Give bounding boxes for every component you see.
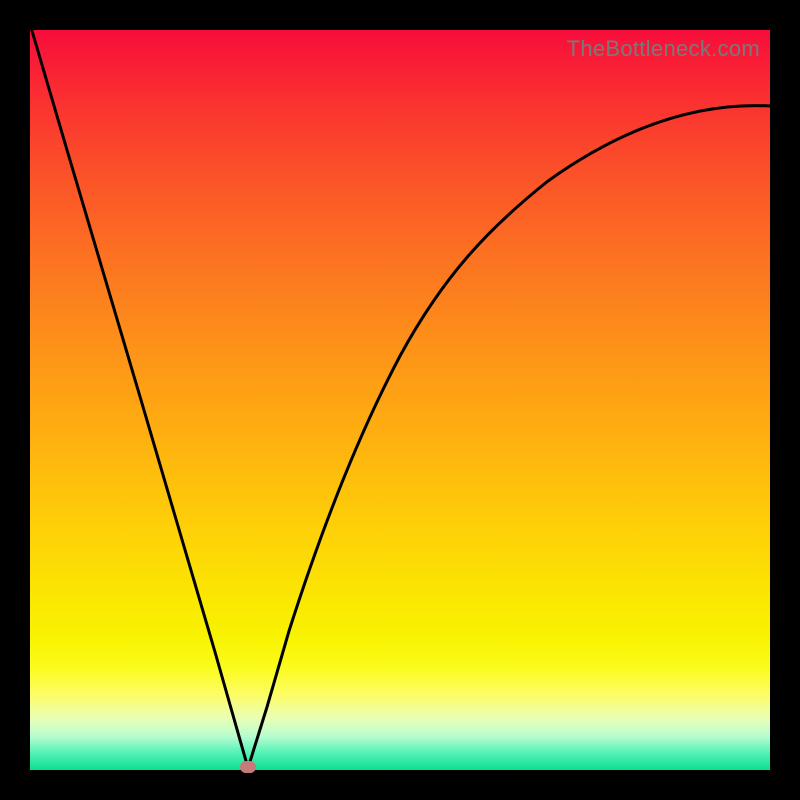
bottleneck-curve	[30, 30, 770, 770]
curve-left-branch	[30, 24, 248, 768]
plot-area: TheBottleneck.com	[30, 30, 770, 770]
curve-right-branch	[248, 106, 770, 768]
chart-frame: TheBottleneck.com	[0, 0, 800, 800]
min-marker	[240, 761, 256, 773]
